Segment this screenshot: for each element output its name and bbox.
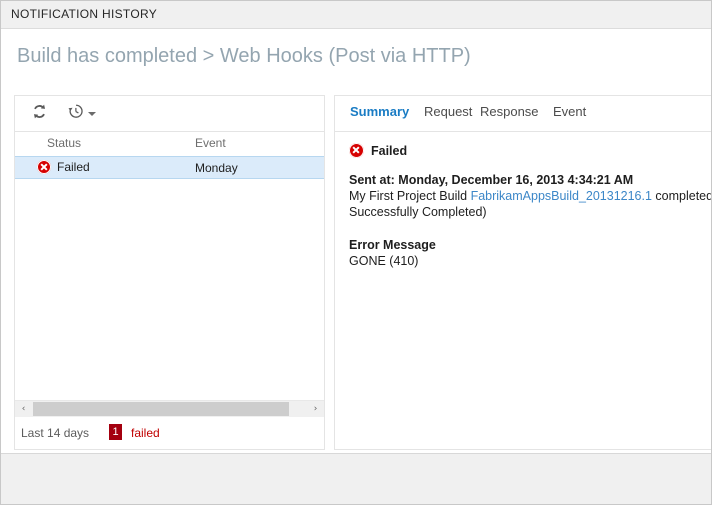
detail-panel: Summary Request Response Event Failed Se…: [334, 95, 712, 450]
history-range-dropdown-button[interactable]: [67, 102, 103, 126]
refresh-icon: [32, 104, 47, 124]
date-range-label: Last 14 days: [21, 426, 90, 440]
window-titlebar: NOTIFICATION HISTORY: [0, 0, 712, 29]
table-row[interactable]: Failed Monday: [15, 156, 324, 179]
page-title-breadcrumb: Build has completed > Web Hooks (Post vi…: [17, 45, 471, 67]
list-status-bar: Last 14 days 1 failed: [15, 418, 324, 449]
summary-tab-content: Failed Sent at: Monday, December 16, 201…: [335, 132, 712, 449]
tab-response[interactable]: Response: [480, 104, 539, 119]
summary-status: Failed: [349, 143, 407, 158]
error-icon: [349, 143, 364, 158]
row-status-label: Failed: [57, 160, 90, 174]
summary-description: My First Project Build FabrikamAppsBuild…: [349, 188, 712, 220]
tab-event[interactable]: Event: [553, 104, 586, 119]
build-link[interactable]: FabrikamAppsBuild_20131216.1: [471, 189, 652, 203]
failed-count-badge[interactable]: 1: [109, 424, 122, 440]
tab-summary[interactable]: Summary: [350, 104, 409, 119]
summary-sent-at: Sent at: Monday, December 16, 2013 4:34:…: [349, 173, 634, 187]
list-column-headers: Status Event: [15, 132, 324, 156]
error-message-text: GONE (410): [349, 254, 419, 268]
window-footer: [0, 453, 712, 505]
scroll-right-arrow-icon[interactable]: ›: [307, 401, 324, 417]
tab-request[interactable]: Request: [424, 104, 472, 119]
refresh-button[interactable]: [27, 102, 51, 126]
history-clock-icon: [67, 103, 84, 125]
detail-tabs: Summary Request Response Event: [335, 96, 712, 132]
row-status-cell: Failed: [37, 160, 90, 174]
main-surface: Build has completed > Web Hooks (Post vi…: [0, 29, 712, 453]
window-title: NOTIFICATION HISTORY: [11, 7, 158, 21]
summary-status-label: Failed: [371, 143, 408, 158]
error-icon: [37, 160, 51, 174]
horizontal-scrollbar[interactable]: ‹ ›: [15, 400, 324, 417]
scrollbar-thumb[interactable]: [33, 402, 289, 416]
column-header-status[interactable]: Status: [47, 136, 81, 150]
column-header-event[interactable]: Event: [195, 136, 226, 150]
failed-filter-label[interactable]: failed: [131, 426, 160, 440]
summary-body: Sent at: Monday, December 16, 2013 4:34:…: [349, 172, 712, 269]
notification-list-panel: Status Event Failed Monday ‹ › Last 14 d…: [14, 95, 325, 450]
list-toolbar: [15, 96, 324, 132]
error-message-heading: Error Message: [349, 238, 436, 252]
row-event-cell: Monday: [195, 161, 238, 175]
chevron-down-icon: [88, 112, 96, 116]
notification-history-window: NOTIFICATION HISTORY Build has completed…: [0, 0, 712, 505]
scroll-left-arrow-icon[interactable]: ‹: [15, 401, 32, 417]
summary-description-prefix: My First Project Build: [349, 189, 471, 203]
